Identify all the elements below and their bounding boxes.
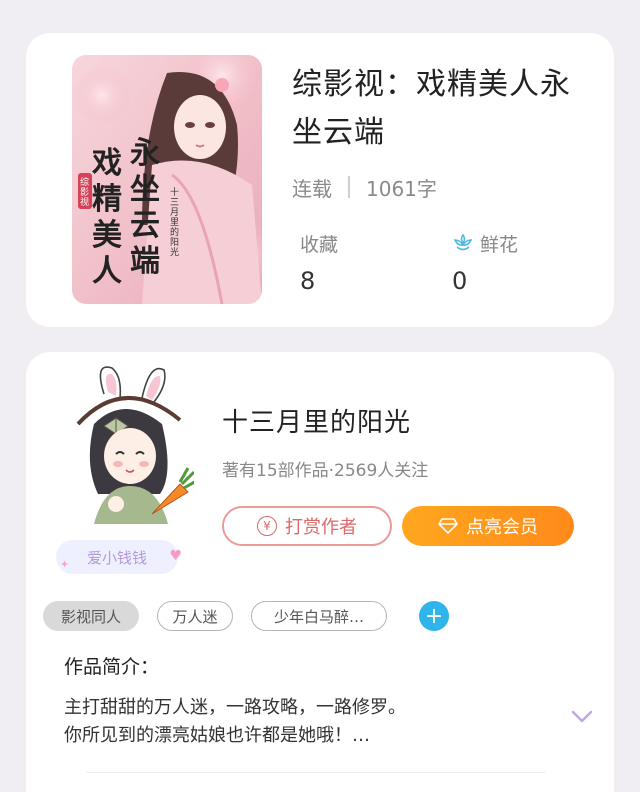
favorites-value: 8 [300, 267, 316, 295]
book-meta: 连载 1061字 [292, 173, 437, 201]
svg-text:永: 永 [130, 136, 160, 171]
heart-icon: ♥ [169, 548, 182, 564]
svg-text:人: 人 [92, 254, 122, 289]
book-card: 戏 精 美 人 永 坐 云 端 综 影 视 十 三 月 里 的 阳 光 综影视：… [26, 33, 614, 327]
svg-text:光: 光 [170, 246, 179, 258]
author-name[interactable]: 十三月里的阳光 [222, 402, 411, 439]
svg-text:里: 里 [170, 217, 179, 228]
flower-icon [452, 232, 474, 254]
svg-text:阳: 阳 [170, 237, 179, 248]
author-meta: 著有15部作品·2569人关注 [222, 461, 429, 481]
svg-text:精: 精 [92, 182, 122, 217]
flowers-label-row: 鲜花 [452, 229, 518, 257]
fan-badge[interactable]: ✦ 爱小钱钱 ♥ [56, 540, 182, 574]
flowers-stat[interactable]: 鲜花 0 [452, 229, 518, 296]
favorites-label: 收藏 [300, 233, 339, 256]
tag-item[interactable]: 少年白马醉… [251, 601, 387, 631]
star-icon: ✦ [60, 558, 70, 571]
svg-text:十: 十 [170, 186, 179, 198]
svg-text:端: 端 [130, 244, 160, 279]
book-title: 综影视：戏精美人永坐云端 [292, 67, 571, 150]
diamond-icon [438, 518, 458, 534]
svg-text:戏: 戏 [91, 146, 122, 181]
svg-text:影: 影 [80, 187, 89, 198]
svg-text:综: 综 [80, 176, 89, 188]
divider [86, 772, 546, 773]
tag-list: 影视同人 万人迷 少年白马醉… + [43, 601, 449, 631]
intro-line: 你所见到的漂亮姑娘也许都是她哦！… [64, 725, 370, 746]
activate-vip-button[interactable]: 点亮会员 [402, 506, 574, 546]
flowers-value: 0 [452, 267, 468, 295]
svg-text:的: 的 [170, 226, 179, 238]
meta-divider [348, 176, 350, 198]
plus-icon[interactable]: + [419, 601, 449, 631]
book-cover[interactable]: 戏 精 美 人 永 坐 云 端 综 影 视 十 三 月 里 的 阳 光 [72, 55, 262, 304]
reward-author-label: 打赏作者 [285, 517, 357, 538]
activate-vip-label: 点亮会员 [466, 517, 538, 538]
author-avatar[interactable] [64, 364, 194, 524]
intro-line: 主打甜甜的万人迷，一路攻略，一路修罗。 [64, 697, 406, 718]
chevron-down-icon[interactable] [571, 710, 593, 724]
svg-text:云: 云 [130, 208, 160, 243]
author-card: ✦ 爱小钱钱 ♥ 十三月里的阳光 著有15部作品·2569人关注 ¥ 打赏作者 … [26, 352, 614, 792]
tag-item[interactable]: 万人迷 [157, 601, 233, 631]
tag-item[interactable]: 影视同人 [43, 601, 139, 631]
flowers-label: 鲜花 [480, 233, 519, 256]
svg-text:坐: 坐 [130, 172, 160, 207]
reward-author-button[interactable]: ¥ 打赏作者 [222, 506, 392, 546]
svg-text:视: 视 [80, 196, 89, 208]
yen-icon: ¥ [257, 516, 277, 536]
book-word-count: 1061字 [366, 176, 437, 201]
svg-text:三: 三 [170, 198, 179, 208]
intro-text[interactable]: 主打甜甜的万人迷，一路攻略，一路修罗。 你所见到的漂亮姑娘也许都是她哦！… [64, 694, 544, 750]
svg-text:月: 月 [170, 207, 179, 218]
intro-heading: 作品简介： [64, 656, 160, 678]
book-status: 连载 [292, 176, 332, 201]
svg-text:美: 美 [92, 218, 122, 253]
favorites-stat[interactable]: 收藏 8 [300, 229, 339, 296]
fan-badge-label: 爱小钱钱 [86, 548, 147, 567]
